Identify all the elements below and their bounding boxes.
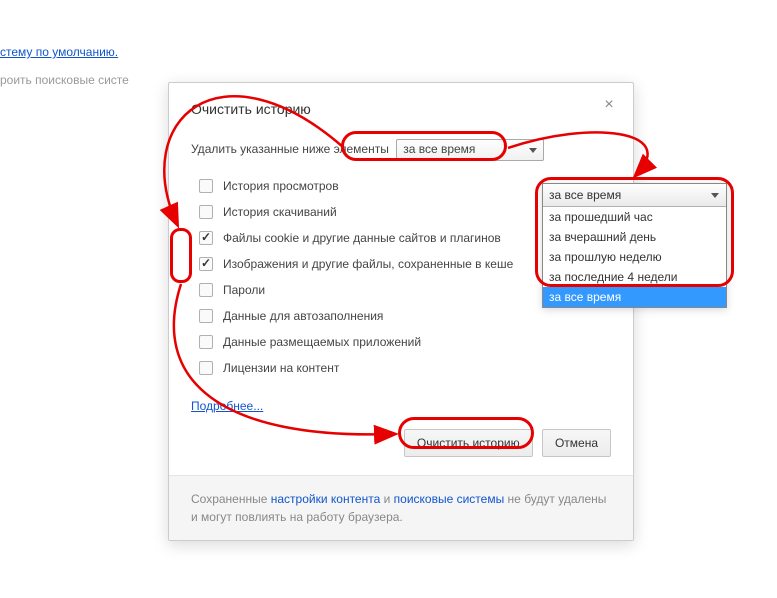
checkbox[interactable] xyxy=(199,205,213,219)
clear-button[interactable]: Очистить историю xyxy=(404,429,533,457)
checkbox[interactable] xyxy=(199,257,213,271)
checkbox-label: Данные размещаемых приложений xyxy=(223,335,421,349)
checkbox-label: Данные для автозаполнения xyxy=(223,309,383,323)
footer-link-search-engines[interactable]: поисковые системы xyxy=(394,492,505,506)
footer-text-2: и xyxy=(380,492,393,506)
button-row: Очистить историю Отмена xyxy=(191,423,611,461)
more-link[interactable]: Подробнее... xyxy=(191,399,263,413)
dropdown-selected[interactable]: за все время xyxy=(543,184,726,207)
dialog-header: Очистить историю × xyxy=(169,83,633,127)
checkbox-label: История просмотров xyxy=(223,179,339,193)
checkbox-row: Лицензии на контент xyxy=(191,355,611,381)
close-icon[interactable]: × xyxy=(601,97,617,113)
checkbox[interactable] xyxy=(199,179,213,193)
dropdown-option[interactable]: за прошлую неделю xyxy=(543,247,726,267)
dropdown-option[interactable]: за прошедший час xyxy=(543,207,726,227)
checkbox-row: Данные размещаемых приложений xyxy=(191,329,611,355)
checkbox-label: Файлы cookie и другие данные сайтов и пл… xyxy=(223,231,501,245)
footer-link-content-settings[interactable]: настройки контента xyxy=(271,492,381,506)
checkbox-label: Лицензии на контент xyxy=(223,361,339,375)
checkbox-label: Изображения и другие файлы, сохраненные … xyxy=(223,257,513,271)
prompt-row: Удалить указанные ниже элементы за все в… xyxy=(191,139,611,161)
checkbox-label: История скачиваний xyxy=(223,205,337,219)
dropdown-option[interactable]: за последние 4 недели xyxy=(543,267,726,287)
time-range-dropdown: за все время за прошедший часза вчерашни… xyxy=(542,183,727,308)
cancel-button[interactable]: Отмена xyxy=(542,429,611,457)
checkbox[interactable] xyxy=(199,309,213,323)
time-range-select[interactable]: за все время xyxy=(396,139,544,161)
bg-link-default[interactable]: стему по умолчанию. xyxy=(0,45,118,59)
clear-history-dialog: Очистить историю × Удалить указанные ниж… xyxy=(168,82,634,541)
bg-text-search: роить поисковые систе xyxy=(0,73,129,87)
dropdown-option[interactable]: за вчерашний день xyxy=(543,227,726,247)
dialog-footer: Сохраненные настройки контента и поисков… xyxy=(169,475,633,540)
checkbox[interactable] xyxy=(199,361,213,375)
footer-text-1: Сохраненные xyxy=(191,492,271,506)
checkbox[interactable] xyxy=(199,335,213,349)
prompt-text: Удалить указанные ниже элементы xyxy=(191,142,389,156)
dialog-title: Очистить историю xyxy=(191,101,311,117)
checkbox[interactable] xyxy=(199,283,213,297)
checkbox[interactable] xyxy=(199,231,213,245)
checkbox-label: Пароли xyxy=(223,283,265,297)
dropdown-option[interactable]: за все время xyxy=(543,287,726,307)
